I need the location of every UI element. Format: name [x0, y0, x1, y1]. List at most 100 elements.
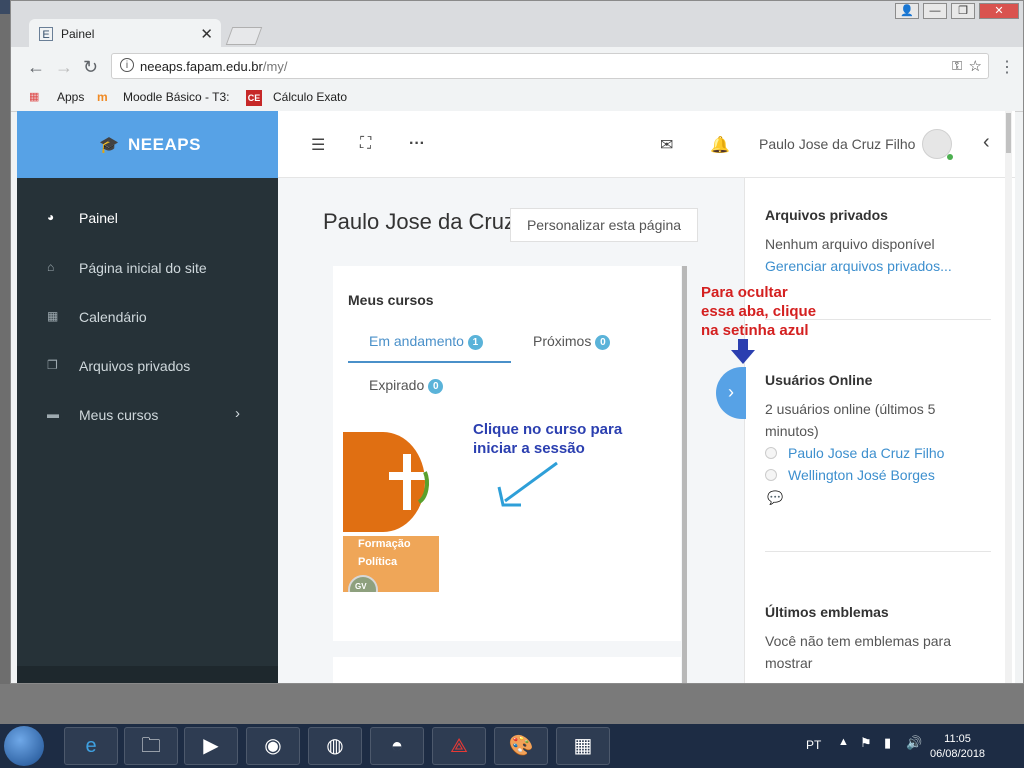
- private-files-title: Arquivos privados: [765, 207, 888, 223]
- spreadsheet-icon[interactable]: ▦: [556, 727, 610, 765]
- network-icon[interactable]: ▮: [884, 735, 891, 751]
- down-arrow-icon: [731, 339, 755, 364]
- sidebar-item-label: Painel: [79, 210, 118, 226]
- chrome-icon[interactable]: ◉: [246, 727, 300, 765]
- course-card-formacao-politica[interactable]: Formação Política GV: [343, 432, 439, 605]
- calendar-icon: ▦: [47, 309, 59, 323]
- online-user-link[interactable]: Paulo Jose da Cruz Filho: [788, 445, 944, 461]
- more-horiz-icon[interactable]: ···: [409, 135, 425, 153]
- manage-private-files-link[interactable]: Gerenciar arquivos privados...: [765, 258, 952, 274]
- back-arrow-icon[interactable]: ←: [27, 57, 45, 78]
- key-icon[interactable]: ⚿: [952, 58, 962, 74]
- files-icon: ❐: [47, 358, 58, 372]
- bell-icon[interactable]: 🔔: [710, 135, 730, 155]
- course-name-line2: Política: [358, 556, 398, 568]
- tab-expired[interactable]: Expirado 0: [369, 377, 444, 394]
- minimize-button[interactable]: —: [923, 3, 947, 19]
- ie-icon[interactable]: e: [64, 727, 118, 765]
- bookmark-moodle[interactable]: Moodle Básico - T3:: [123, 90, 230, 104]
- apps-grid-icon: ▦: [29, 91, 39, 103]
- chevron-right-icon: ›: [235, 405, 240, 422]
- sidebar-item-painel[interactable]: ◕ Painel: [17, 198, 278, 238]
- star-icon[interactable]: ☆: [969, 57, 982, 75]
- hamburger-menu-icon[interactable]: ☰: [311, 135, 325, 155]
- clock[interactable]: 11:05 06/08/2018: [930, 732, 985, 762]
- region-scrollbar[interactable]: [682, 266, 687, 683]
- browser-tab[interactable]: E Painel ✕: [29, 19, 221, 49]
- folder-icon[interactable]: 🗀: [124, 727, 178, 765]
- user-menu-icon[interactable]: 👤: [895, 3, 919, 19]
- badges-line: Você não tem emblemas para: [765, 633, 951, 649]
- close-window-button[interactable]: ✕: [979, 3, 1019, 19]
- sidebar-item-calendar[interactable]: ▦ Calendário: [17, 297, 278, 337]
- address-bar[interactable]: i neeaps.fapam.edu.br/my/ ⚿ ☆: [111, 53, 989, 79]
- new-tab-button[interactable]: [225, 27, 263, 45]
- sidebar-item-home[interactable]: ⌂ Página inicial do site: [17, 248, 278, 288]
- badges-empty: Você não tem emblemas para mostrar: [765, 630, 951, 674]
- language-indicator[interactable]: PT: [806, 738, 821, 752]
- sidebar-item-my-courses[interactable]: ▬ Meus cursos ›: [17, 395, 278, 435]
- app-icon[interactable]: ◓: [370, 727, 424, 765]
- maximize-button[interactable]: ❐: [951, 3, 975, 19]
- hint-arrow-icon: [497, 461, 558, 507]
- user-name[interactable]: Paulo Jose da Cruz Filho: [759, 136, 915, 152]
- chevron-left-icon[interactable]: ‹: [983, 131, 990, 154]
- count-badge: 0: [428, 379, 444, 394]
- blocks-drawer: Arquivos privados Nenhum arquivo disponí…: [744, 178, 1015, 683]
- moodle-icon: m: [97, 90, 108, 104]
- badges-line: mostrar: [765, 655, 813, 671]
- bookmark-calculo-exato[interactable]: Cálculo Exato: [273, 90, 347, 104]
- page-title: Paulo Jose da Cruz: [323, 209, 515, 234]
- volume-icon[interactable]: 🔊: [906, 735, 922, 751]
- drawer-toggle-button[interactable]: ›: [716, 367, 746, 419]
- tab-label: Em andamento: [369, 333, 464, 349]
- course-badge: GV: [355, 582, 367, 591]
- page-scrollbar[interactable]: [1005, 111, 1012, 683]
- online-user-link[interactable]: Wellington José Borges: [788, 467, 935, 483]
- flag-icon[interactable]: ⚑: [860, 735, 872, 751]
- online-status-dot: [947, 154, 953, 160]
- start-button[interactable]: [4, 726, 44, 766]
- hint-click-course: Clique no curso para iniciar a sessão: [473, 420, 622, 458]
- bookmark-apps[interactable]: Apps: [57, 90, 84, 104]
- page-content: 🎓 NEEAPS ◕ Painel ⌂ Página inicial do si…: [17, 111, 1015, 683]
- clock-time: 11:05: [944, 733, 971, 745]
- summary-line: 2 usuários online (últimos 5: [765, 401, 936, 417]
- mail-icon[interactable]: ✉: [660, 135, 673, 155]
- reload-icon[interactable]: ↻: [83, 57, 98, 78]
- calculo-exato-icon: CE: [246, 90, 262, 106]
- site-info-icon[interactable]: i: [120, 58, 134, 72]
- avatar[interactable]: [922, 129, 953, 160]
- bookmarks-bar: ▦ Apps m Moodle Básico - T3: CE Cálculo …: [11, 85, 1023, 112]
- scrollbar-thumb[interactable]: [1006, 113, 1011, 153]
- home-icon: ⌂: [47, 260, 55, 274]
- brand-name: NEEAPS: [128, 135, 201, 154]
- acrobat-icon[interactable]: ⟁: [432, 727, 486, 765]
- sidebar-item-label: Calendário: [79, 309, 147, 325]
- sidebar-item-private-files[interactable]: ❐ Arquivos privados: [17, 346, 278, 386]
- fullscreen-icon[interactable]: ⛶: [360, 135, 371, 153]
- firefox-icon[interactable]: ◍: [308, 727, 362, 765]
- customize-page-button[interactable]: Personalizar esta página: [510, 208, 698, 242]
- hint-line: Clique no curso para: [473, 421, 623, 438]
- private-files-empty: Nenhum arquivo disponível: [765, 236, 935, 252]
- browser-toolbar: ← → ↻ i neeaps.fapam.edu.br/my/ ⚿ ☆ ⋮: [11, 47, 1023, 85]
- tab-upcoming[interactable]: Próximos 0: [533, 333, 611, 350]
- forward-arrow-icon[interactable]: →: [55, 57, 73, 78]
- clock-date: 06/08/2018: [930, 748, 986, 760]
- taskbar: e 🗀 ▶ ◉ ◍ ◓ ⟁ 🎨 ▦ PT ▲ ⚑ ▮ 🔊 11:05 06/08…: [0, 724, 1024, 768]
- more-vert-icon[interactable]: ⋮: [999, 57, 1015, 77]
- site-brand[interactable]: 🎓 NEEAPS: [17, 111, 278, 178]
- paint-icon[interactable]: 🎨: [494, 727, 548, 765]
- chevron-right-icon: ›: [728, 382, 734, 402]
- hint-line: essa aba, clique: [701, 303, 817, 320]
- tray-up-icon[interactable]: ▲: [838, 736, 849, 748]
- tab-in-progress[interactable]: Em andamento 1: [369, 333, 483, 350]
- close-tab-icon[interactable]: ✕: [200, 25, 213, 43]
- message-bubble-icon[interactable]: 💬: [767, 490, 783, 506]
- user-avatar-icon: [765, 447, 777, 459]
- online-users-title: Usuários Online: [765, 372, 873, 388]
- badges-title: Últimos emblemas: [765, 604, 889, 620]
- media-player-icon[interactable]: ▶: [184, 727, 238, 765]
- sidebar-footer: 💬 ▤: [17, 666, 278, 683]
